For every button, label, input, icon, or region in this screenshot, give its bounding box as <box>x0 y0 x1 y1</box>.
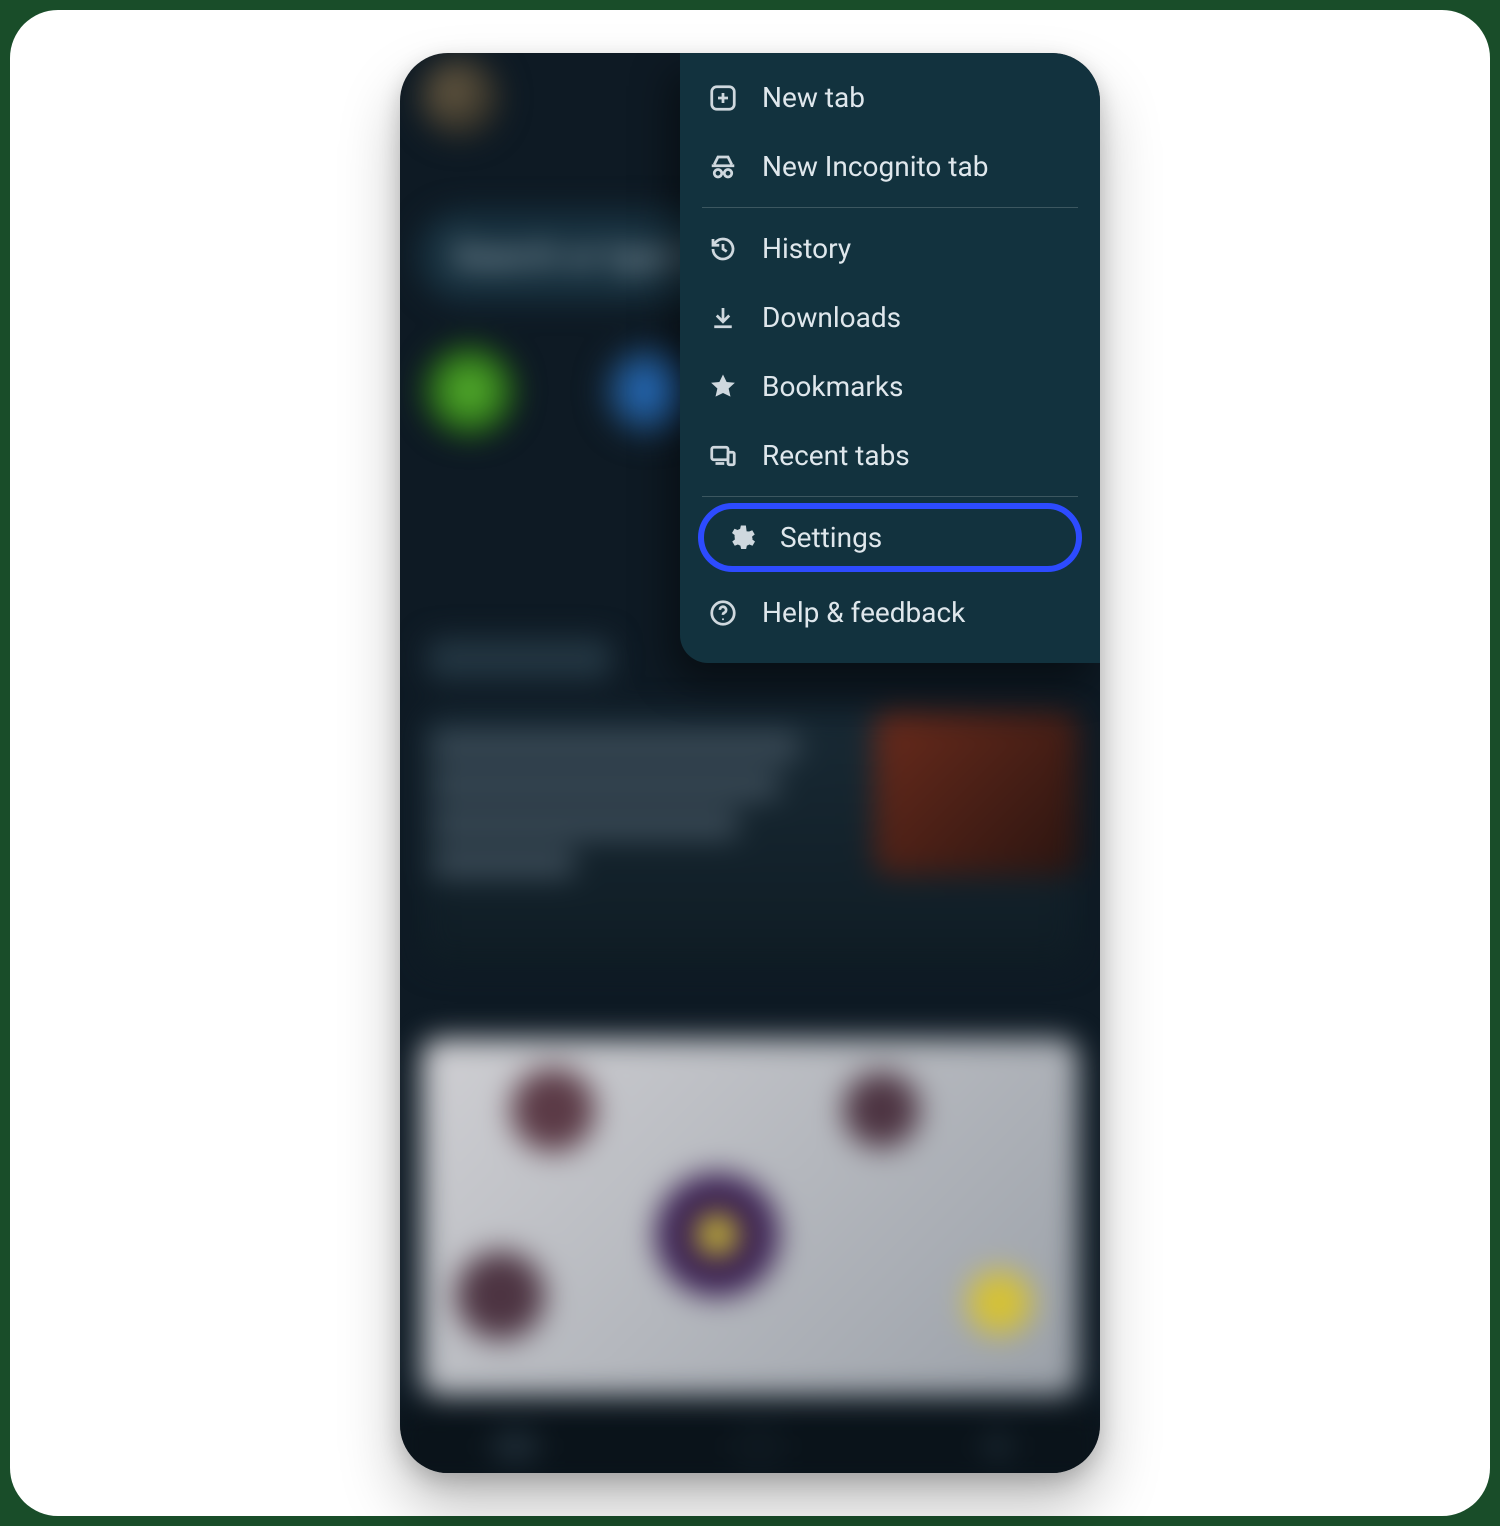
overflow-menu: New tab New Incognito tab History <box>680 53 1100 663</box>
menu-label: New Incognito tab <box>762 150 988 183</box>
instruction-card: Search or type URL <box>10 10 1490 1516</box>
menu-item-new-tab[interactable]: New tab <box>680 63 1100 132</box>
plus-box-icon <box>708 83 738 113</box>
phone-frame: Search or type URL <box>400 53 1100 1473</box>
devices-icon <box>708 441 738 471</box>
discover-heading <box>428 639 612 680</box>
incognito-icon <box>708 152 738 182</box>
menu-item-history[interactable]: History <box>680 214 1100 283</box>
help-icon <box>708 598 738 628</box>
star-icon <box>708 372 738 402</box>
gear-icon <box>726 523 756 553</box>
history-icon <box>708 234 738 264</box>
avatar <box>420 57 502 139</box>
article-thumbnail <box>874 712 1078 875</box>
menu-label: Help & feedback <box>762 596 965 629</box>
menu-item-recent-tabs[interactable]: Recent tabs <box>680 421 1100 490</box>
menu-label: Bookmarks <box>762 370 904 403</box>
android-navbar <box>400 1406 1100 1473</box>
menu-label: Downloads <box>762 301 901 334</box>
downloads-icon <box>708 303 738 333</box>
menu-item-downloads[interactable]: Downloads <box>680 283 1100 352</box>
menu-label: Settings <box>780 521 882 554</box>
article-image[interactable] <box>422 1038 1079 1395</box>
shortcut-tile[interactable] <box>424 345 516 437</box>
menu-item-bookmarks[interactable]: Bookmarks <box>680 352 1100 421</box>
menu-label: New tab <box>762 81 865 114</box>
menu-item-new-incognito[interactable]: New Incognito tab <box>680 132 1100 201</box>
menu-label: Recent tabs <box>762 439 910 472</box>
menu-item-help-feedback[interactable]: Help & feedback <box>680 578 1100 647</box>
article-card[interactable] <box>422 712 1079 967</box>
menu-divider <box>702 496 1078 497</box>
recents-button[interactable] <box>493 1431 538 1462</box>
menu-item-settings[interactable]: Settings <box>698 503 1082 572</box>
back-button[interactable] <box>978 1428 1007 1465</box>
home-button[interactable] <box>738 1426 779 1467</box>
menu-label: History <box>762 232 851 265</box>
menu-divider <box>702 207 1078 208</box>
